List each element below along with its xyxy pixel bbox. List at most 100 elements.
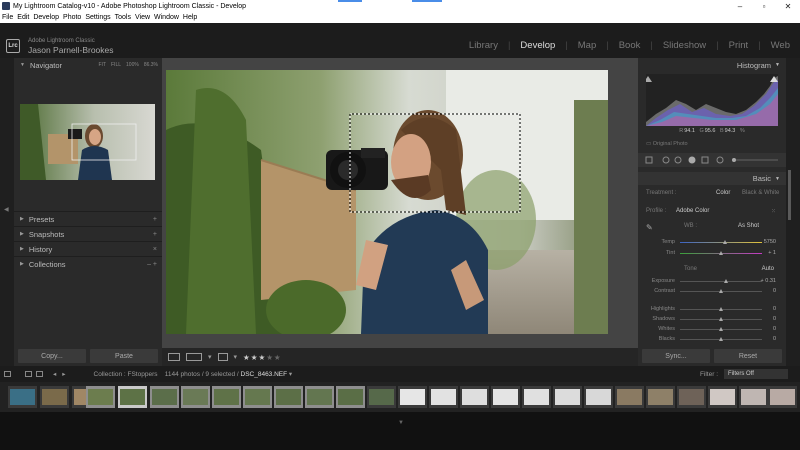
maximize-button[interactable]: ▫ bbox=[752, 2, 776, 11]
blacks-knob[interactable] bbox=[719, 337, 723, 341]
treatment-color[interactable]: Color bbox=[716, 190, 730, 196]
exposure-knob[interactable] bbox=[723, 279, 728, 283]
filmstrip-thumbnail-selected[interactable] bbox=[212, 386, 241, 408]
collapse-filmstrip-icon[interactable]: ▼ bbox=[398, 420, 404, 426]
filmstrip-thumbnail[interactable] bbox=[615, 386, 644, 408]
menu-help[interactable]: Help bbox=[183, 14, 197, 21]
filmstrip-thumbnail[interactable] bbox=[460, 386, 489, 408]
filmstrip-thumbnail[interactable] bbox=[491, 386, 520, 408]
filmstrip-thumbnail-selected[interactable] bbox=[181, 386, 210, 408]
sync-button[interactable]: Sync... bbox=[642, 349, 710, 363]
tint-slider[interactable]: Tint + 1 bbox=[638, 249, 786, 258]
filmstrip-thumbnail-selected[interactable] bbox=[243, 386, 272, 408]
radial-filter-icon[interactable] bbox=[716, 156, 724, 164]
highlights-knob[interactable] bbox=[719, 307, 723, 311]
zoom-custom[interactable]: 86.3% bbox=[144, 62, 158, 68]
filmstrip-thumbnail[interactable] bbox=[646, 386, 675, 408]
treatment-bw[interactable]: Black & White bbox=[742, 190, 779, 196]
tint-knob[interactable] bbox=[719, 251, 723, 255]
temp-knob[interactable] bbox=[723, 240, 728, 244]
navigator-header[interactable]: ▼ Navigator FIT FILL 100% 86.3% bbox=[14, 58, 162, 72]
filmstrip-thumbnail[interactable] bbox=[708, 386, 737, 408]
filmstrip-thumbnail-selected[interactable] bbox=[336, 386, 365, 408]
before-after-icon[interactable] bbox=[186, 353, 202, 361]
collections-header[interactable]: ▶ Collections – + bbox=[14, 256, 162, 271]
module-slideshow[interactable]: Slideshow bbox=[663, 40, 706, 51]
scrollbar-thumb[interactable] bbox=[788, 170, 791, 220]
toolbar-dropdown-icon[interactable]: ▾ bbox=[234, 353, 238, 361]
filmstrip-thumbnail[interactable] bbox=[677, 386, 706, 408]
spot-removal-icon[interactable] bbox=[662, 156, 670, 164]
collapse-left-icon[interactable]: ◀ bbox=[4, 206, 9, 213]
module-book[interactable]: Book bbox=[619, 40, 641, 51]
filmstrip[interactable] bbox=[0, 382, 800, 412]
menu-file[interactable]: File bbox=[2, 14, 13, 21]
clear-history-icon[interactable]: × bbox=[153, 246, 157, 253]
right-panel-scrollbar[interactable] bbox=[786, 58, 800, 366]
back-arrow-icon[interactable]: ◂ bbox=[53, 370, 56, 378]
highlights-slider[interactable]: Highlights 0 bbox=[638, 305, 786, 314]
shadow-clipping-icon[interactable] bbox=[644, 76, 652, 82]
filmstrip-thumbnail[interactable] bbox=[739, 386, 768, 408]
histogram-graph[interactable] bbox=[644, 74, 778, 126]
forward-arrow-icon[interactable]: ▸ bbox=[62, 370, 65, 378]
presets-header[interactable]: ▶ Presets + bbox=[14, 211, 162, 226]
close-button[interactable]: ✕ bbox=[776, 2, 800, 11]
menu-window[interactable]: Window bbox=[154, 14, 179, 21]
whites-slider[interactable]: Whites 0 bbox=[638, 325, 786, 334]
filmstrip-thumbnail-selected[interactable] bbox=[150, 386, 179, 408]
before-after-dropdown-icon[interactable]: ▾ bbox=[208, 353, 212, 361]
star-rating[interactable]: ★★★★★ bbox=[243, 353, 282, 362]
crop-icon[interactable] bbox=[645, 156, 653, 164]
zoom-fill[interactable]: FILL bbox=[111, 62, 121, 68]
profile-browser-icon[interactable]: ⁙ bbox=[771, 208, 776, 215]
swap-icon[interactable] bbox=[217, 353, 228, 361]
loupe-view-icon[interactable] bbox=[168, 353, 180, 361]
basic-panel-header[interactable]: Basic ▼ bbox=[638, 172, 786, 185]
module-web[interactable]: Web bbox=[771, 40, 790, 51]
filmstrip-thumbnail[interactable] bbox=[429, 386, 458, 408]
filmstrip-thumbnail[interactable] bbox=[553, 386, 582, 408]
tone-auto-button[interactable]: Auto bbox=[762, 266, 774, 272]
menu-develop[interactable]: Develop bbox=[33, 14, 59, 21]
snapshots-header[interactable]: ▶ Snapshots + bbox=[14, 226, 162, 241]
paste-button[interactable]: Paste bbox=[90, 349, 158, 363]
add-preset-icon[interactable]: + bbox=[153, 216, 157, 223]
graduated-filter-icon[interactable] bbox=[701, 156, 709, 164]
zoom-fit[interactable]: FIT bbox=[99, 62, 107, 68]
secondary-window-icon[interactable] bbox=[4, 371, 11, 377]
filmstrip-thumbnail[interactable] bbox=[398, 386, 427, 408]
eyedropper-icon[interactable]: ✎ bbox=[646, 223, 653, 232]
menu-tools[interactable]: Tools bbox=[115, 14, 131, 21]
histogram-header[interactable]: Histogram ▼ bbox=[638, 58, 786, 72]
filmstrip-thumbnail-selected[interactable] bbox=[305, 386, 334, 408]
tool-slider-knob[interactable] bbox=[732, 158, 736, 162]
zoom-100[interactable]: 100% bbox=[126, 62, 139, 68]
temp-slider[interactable]: Temp 5750 bbox=[638, 238, 786, 247]
filmstrip-thumbnail[interactable] bbox=[367, 386, 396, 408]
menu-settings[interactable]: Settings bbox=[85, 14, 110, 21]
filmstrip-thumbnail-selected[interactable] bbox=[274, 386, 303, 408]
menu-edit[interactable]: Edit bbox=[17, 14, 29, 21]
filter-select[interactable]: Filters Off bbox=[724, 369, 788, 379]
grid-view-icon[interactable] bbox=[25, 371, 32, 377]
copy-button[interactable]: Copy... bbox=[18, 349, 86, 363]
bottom-panel-edge[interactable]: ▼ bbox=[0, 412, 800, 450]
history-header[interactable]: ▶ History × bbox=[14, 241, 162, 256]
reset-button[interactable]: Reset bbox=[714, 349, 782, 363]
contrast-slider[interactable]: Contrast 0 bbox=[638, 287, 786, 296]
second-display-icon[interactable] bbox=[36, 371, 43, 377]
main-photo[interactable] bbox=[166, 70, 608, 334]
blacks-slider[interactable]: Blacks 0 bbox=[638, 335, 786, 344]
wb-select[interactable]: As Shot bbox=[738, 223, 759, 229]
filmstrip-thumbnail[interactable] bbox=[584, 386, 613, 408]
menu-photo[interactable]: Photo bbox=[63, 14, 81, 21]
shadows-knob[interactable] bbox=[719, 317, 723, 321]
red-eye-icon[interactable] bbox=[674, 156, 682, 164]
filmstrip-thumbnail[interactable] bbox=[522, 386, 551, 408]
exposure-slider[interactable]: Exposure + 0.31 bbox=[638, 277, 786, 286]
filmstrip-breadcrumb[interactable]: Collection : FStoppers 1144 photos / 9 s… bbox=[94, 370, 293, 378]
filmstrip-thumbnail[interactable] bbox=[768, 386, 797, 408]
menu-view[interactable]: View bbox=[135, 14, 150, 21]
module-print[interactable]: Print bbox=[729, 40, 749, 51]
